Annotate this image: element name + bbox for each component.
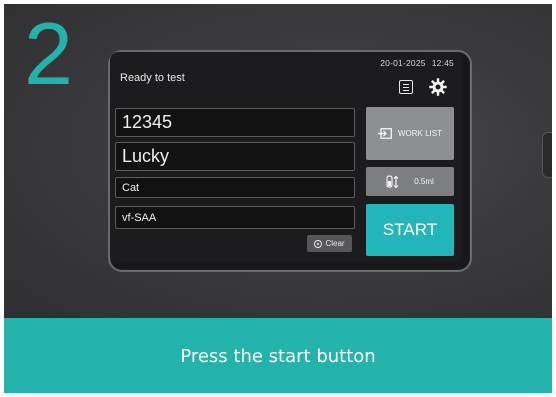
caption-band: Press the start button (4, 318, 552, 393)
clear-button-label: Clear (325, 239, 345, 248)
device-photo: 2 Ready to test 20-01-2025 12:45 12345 L… (4, 4, 552, 318)
clear-icon (314, 239, 323, 248)
species-field[interactable]: Cat (115, 177, 355, 198)
tube-volume-icon (386, 174, 399, 188)
device-screen: Ready to test 20-01-2025 12:45 12345 Luck… (110, 52, 462, 262)
clear-button[interactable]: Clear (307, 235, 352, 252)
volume-label: 0.5ml (414, 177, 434, 186)
volume-button[interactable]: 0.5ml (366, 167, 454, 196)
caption-text: Press the start button (180, 346, 376, 367)
step-number: 2 (24, 4, 73, 103)
gear-icon[interactable] (428, 77, 448, 97)
test-field[interactable]: vf-SAA (115, 206, 355, 229)
status-text: Ready to test (120, 72, 185, 84)
patient-name-field[interactable]: Lucky (115, 142, 355, 171)
datetime: 20-01-2025 12:45 (380, 58, 454, 68)
worklist-button-label: WORK LIST (397, 129, 442, 138)
list-icon[interactable] (399, 80, 413, 94)
date-text: 20-01-2025 (380, 58, 426, 68)
worklist-button[interactable]: WORK LIST (366, 107, 454, 160)
login-arrow-icon (377, 128, 392, 139)
time-text: 12:45 (431, 58, 454, 68)
start-button[interactable]: START (366, 204, 454, 256)
sample-id-field[interactable]: 12345 (115, 108, 355, 137)
